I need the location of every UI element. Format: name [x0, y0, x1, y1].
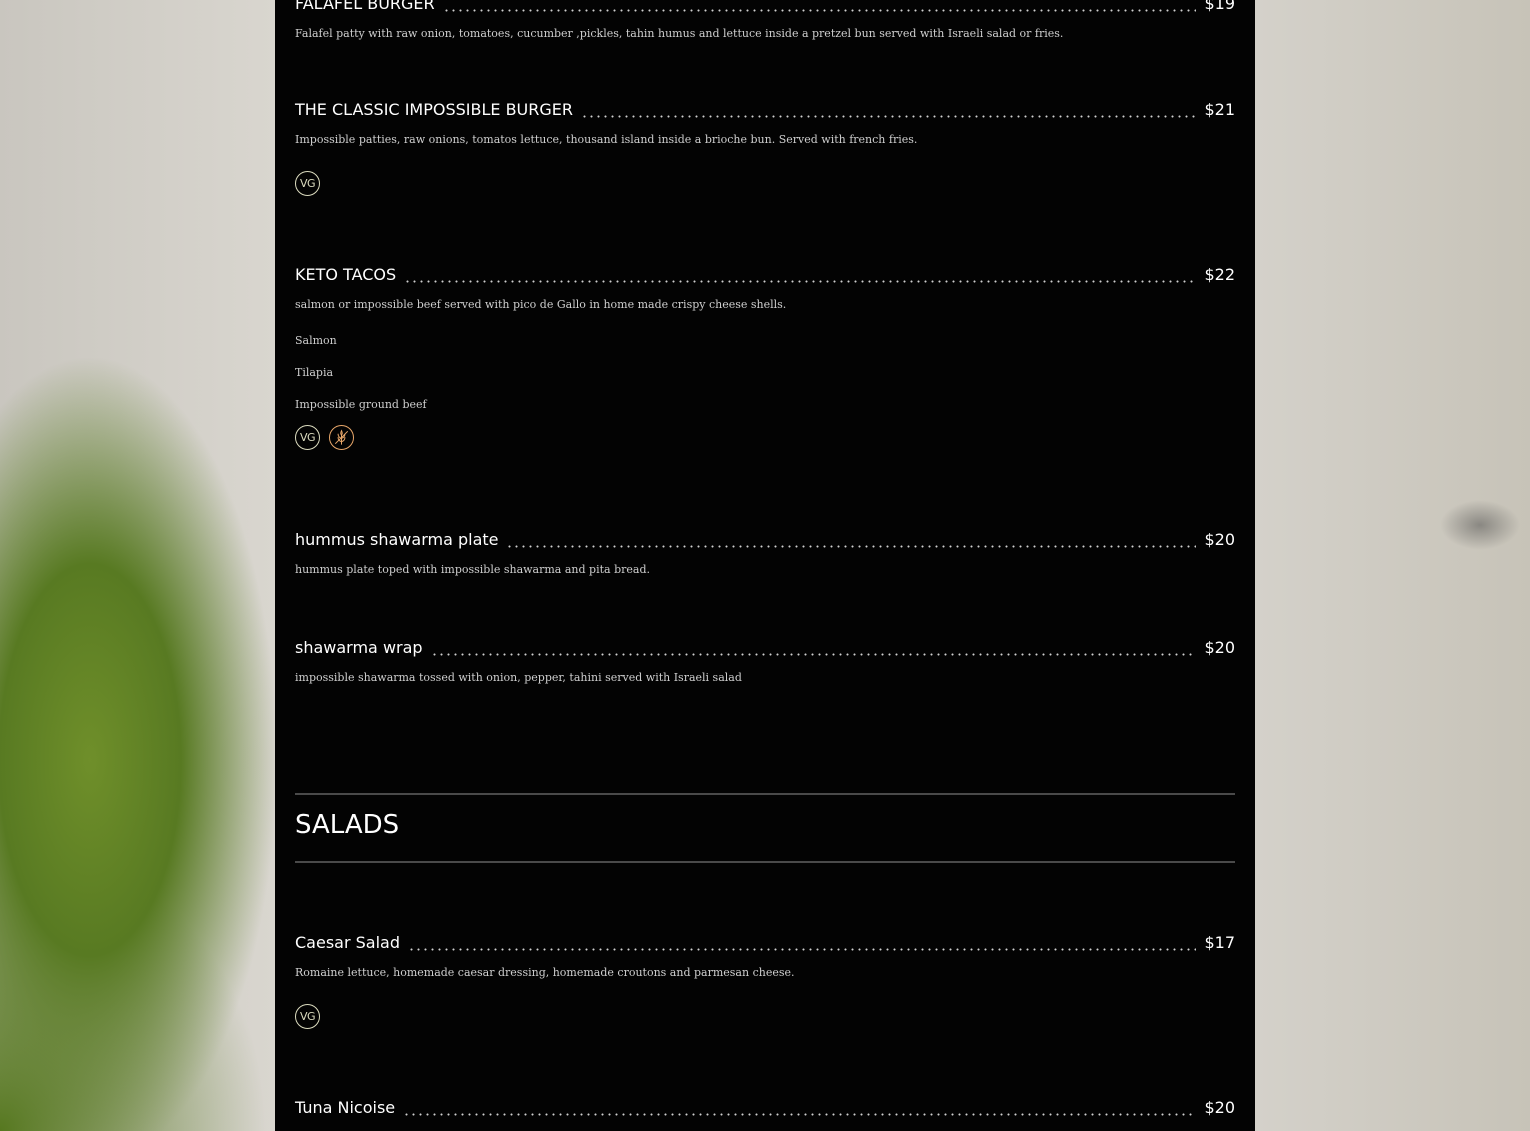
section-divider-bottom — [295, 861, 1235, 863]
item-price: $22 — [1204, 265, 1235, 284]
option-tilapia: Tilapia — [295, 366, 334, 379]
item-description: Impossible patties, raw onions, tomatos … — [295, 133, 918, 146]
dot-leader — [430, 652, 1197, 656]
menu-item: THE CLASSIC IMPOSSIBLE BURGER $21 Imposs… — [295, 100, 1235, 196]
item-name: THE CLASSIC IMPOSSIBLE BURGER — [295, 100, 573, 119]
vegan-icon: VG — [295, 171, 320, 196]
item-name: Caesar Salad — [295, 933, 400, 952]
dot-leader — [442, 8, 1197, 12]
menu-item: FALAFEL BURGER $19 Falafel patty with ra… — [295, 0, 1235, 40]
item-price: $19 — [1204, 0, 1235, 13]
dietary-badges: VG — [295, 1004, 1235, 1029]
item-name: KETO TACOS — [295, 265, 397, 284]
background-shape — [1440, 500, 1520, 550]
option-salmon: Salmon — [295, 334, 337, 347]
vegan-icon: VG — [295, 1004, 320, 1029]
item-options: Salmon Tilapia Impossible ground beef — [295, 333, 1235, 429]
item-price: $17 — [1204, 933, 1235, 952]
item-price: $21 — [1204, 100, 1235, 119]
dot-leader — [403, 1112, 1197, 1116]
dot-leader — [404, 279, 1197, 283]
section-divider-top — [295, 793, 1235, 795]
item-price: $20 — [1204, 1098, 1235, 1117]
item-description: impossible shawarma tossed with onion, p… — [295, 671, 742, 684]
section-title: SALADS — [295, 810, 400, 840]
dietary-badges: VG — [295, 425, 1235, 450]
wheat-crossed-icon — [329, 425, 354, 450]
menu-item: Caesar Salad $17 Romaine lettuce, homema… — [295, 933, 1235, 1029]
item-description: salmon or impossible beef served with pi… — [295, 298, 787, 311]
dietary-badges: VG — [295, 171, 1235, 196]
menu-panel: FALAFEL BURGER $19 Falafel patty with ra… — [275, 0, 1255, 1131]
item-price: $20 — [1204, 638, 1235, 657]
menu-item: hummus shawarma plate $20 hummus plate t… — [295, 530, 1235, 576]
menu-item: KETO TACOS $22 salmon or impossible beef… — [295, 265, 1235, 450]
item-name: Tuna Nicoise — [295, 1098, 396, 1117]
menu-item: shawarma wrap $20 impossible shawarma to… — [295, 638, 1235, 684]
dot-leader — [581, 114, 1197, 118]
dot-leader — [506, 544, 1197, 548]
item-name: FALAFEL BURGER — [295, 0, 435, 13]
item-name: hummus shawarma plate — [295, 530, 499, 549]
item-description: Romaine lettuce, homemade caesar dressin… — [295, 966, 795, 979]
item-price: $20 — [1204, 530, 1235, 549]
item-name: shawarma wrap — [295, 638, 423, 657]
dot-leader — [408, 947, 1197, 951]
item-description: Falafel patty with raw onion, tomatoes, … — [295, 27, 1064, 40]
item-description: hummus plate toped with impossible shawa… — [295, 563, 650, 576]
menu-item: Tuna Nicoise $20 — [295, 1098, 1235, 1124]
vegan-icon: VG — [295, 425, 320, 450]
